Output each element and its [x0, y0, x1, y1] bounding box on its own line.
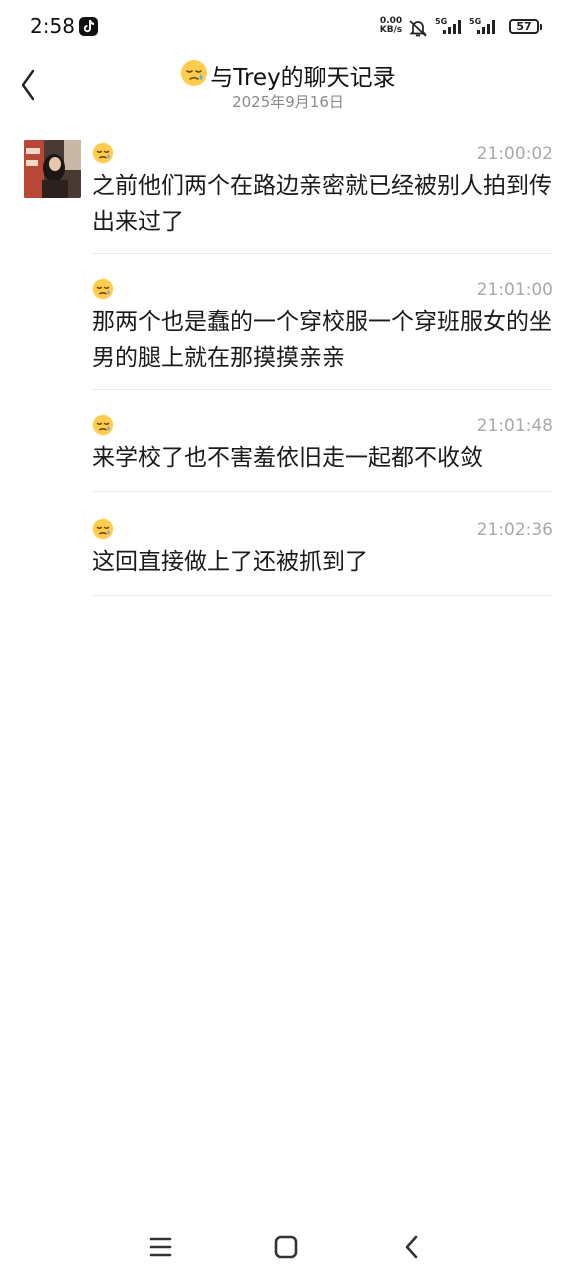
- sleepy-face-icon: [92, 414, 114, 440]
- home-button[interactable]: [268, 1232, 304, 1262]
- message-item[interactable]: 21:00:02 之前他们两个在路边亲密就已经被别人拍到传出来过了: [92, 142, 553, 252]
- message-text: 之前他们两个在路边亲密就已经被别人拍到传出来过了: [92, 173, 552, 235]
- message-time: 21:00:02: [476, 144, 553, 164]
- back-icon: [405, 1235, 418, 1259]
- sleepy-face-icon: [92, 518, 114, 544]
- divider: [92, 595, 553, 596]
- message-item[interactable]: 21:01:00 那两个也是蠢的一个穿校服一个穿班服女的坐男的腿上就在那摸摸亲亲: [92, 278, 553, 388]
- page-title: 与Trey的聊天记录: [210, 65, 396, 91]
- net-speed-unit: KB/s: [379, 25, 403, 35]
- divider: [92, 253, 553, 254]
- message-text: 来学校了也不害羞依旧走一起都不收敛: [92, 445, 483, 471]
- sleepy-face-icon: [92, 278, 114, 304]
- message-time: 21:02:36: [476, 520, 553, 540]
- message-item[interactable]: 21:01:48 来学校了也不害羞依旧走一起都不收敛: [92, 414, 553, 490]
- message-time: 21:01:48: [476, 416, 553, 436]
- divider: [92, 491, 553, 492]
- status-bar: 2:58 0.00 KB/s 5G 5G 57: [0, 0, 576, 56]
- divider: [92, 389, 553, 390]
- battery-tip: [540, 24, 542, 30]
- battery-level: 57: [516, 20, 532, 33]
- battery-icon: 57: [509, 19, 539, 34]
- bell-off-icon: [408, 18, 428, 42]
- sleepy-face-icon: [180, 59, 208, 91]
- home-icon: [274, 1235, 298, 1259]
- menu-icon: [149, 1237, 172, 1257]
- message-item[interactable]: 21:02:36 这回直接做上了还被抓到了: [92, 518, 553, 594]
- title-row: 与Trey的聊天记录: [0, 58, 576, 92]
- message-time: 21:01:00: [476, 280, 553, 300]
- tiktok-icon: [79, 17, 98, 36]
- status-time: 2:58: [30, 14, 75, 38]
- nav-back-button[interactable]: [394, 1232, 430, 1262]
- avatar[interactable]: [24, 140, 81, 198]
- signal-bars-icon: [443, 20, 461, 34]
- net-speed: 0.00 KB/s: [377, 17, 405, 35]
- message-text: 那两个也是蠢的一个穿校服一个穿班服女的坐男的腿上就在那摸摸亲亲: [92, 309, 552, 371]
- recents-button[interactable]: [143, 1232, 179, 1262]
- signal-bars-icon: [477, 20, 495, 34]
- chat-header: 与Trey的聊天记录 2025年9月16日: [0, 56, 576, 116]
- chat-date: 2025年9月16日: [232, 93, 344, 111]
- system-nav-bar: [0, 1210, 576, 1280]
- message-text: 这回直接做上了还被抓到了: [92, 549, 368, 575]
- sleepy-face-icon: [92, 142, 114, 168]
